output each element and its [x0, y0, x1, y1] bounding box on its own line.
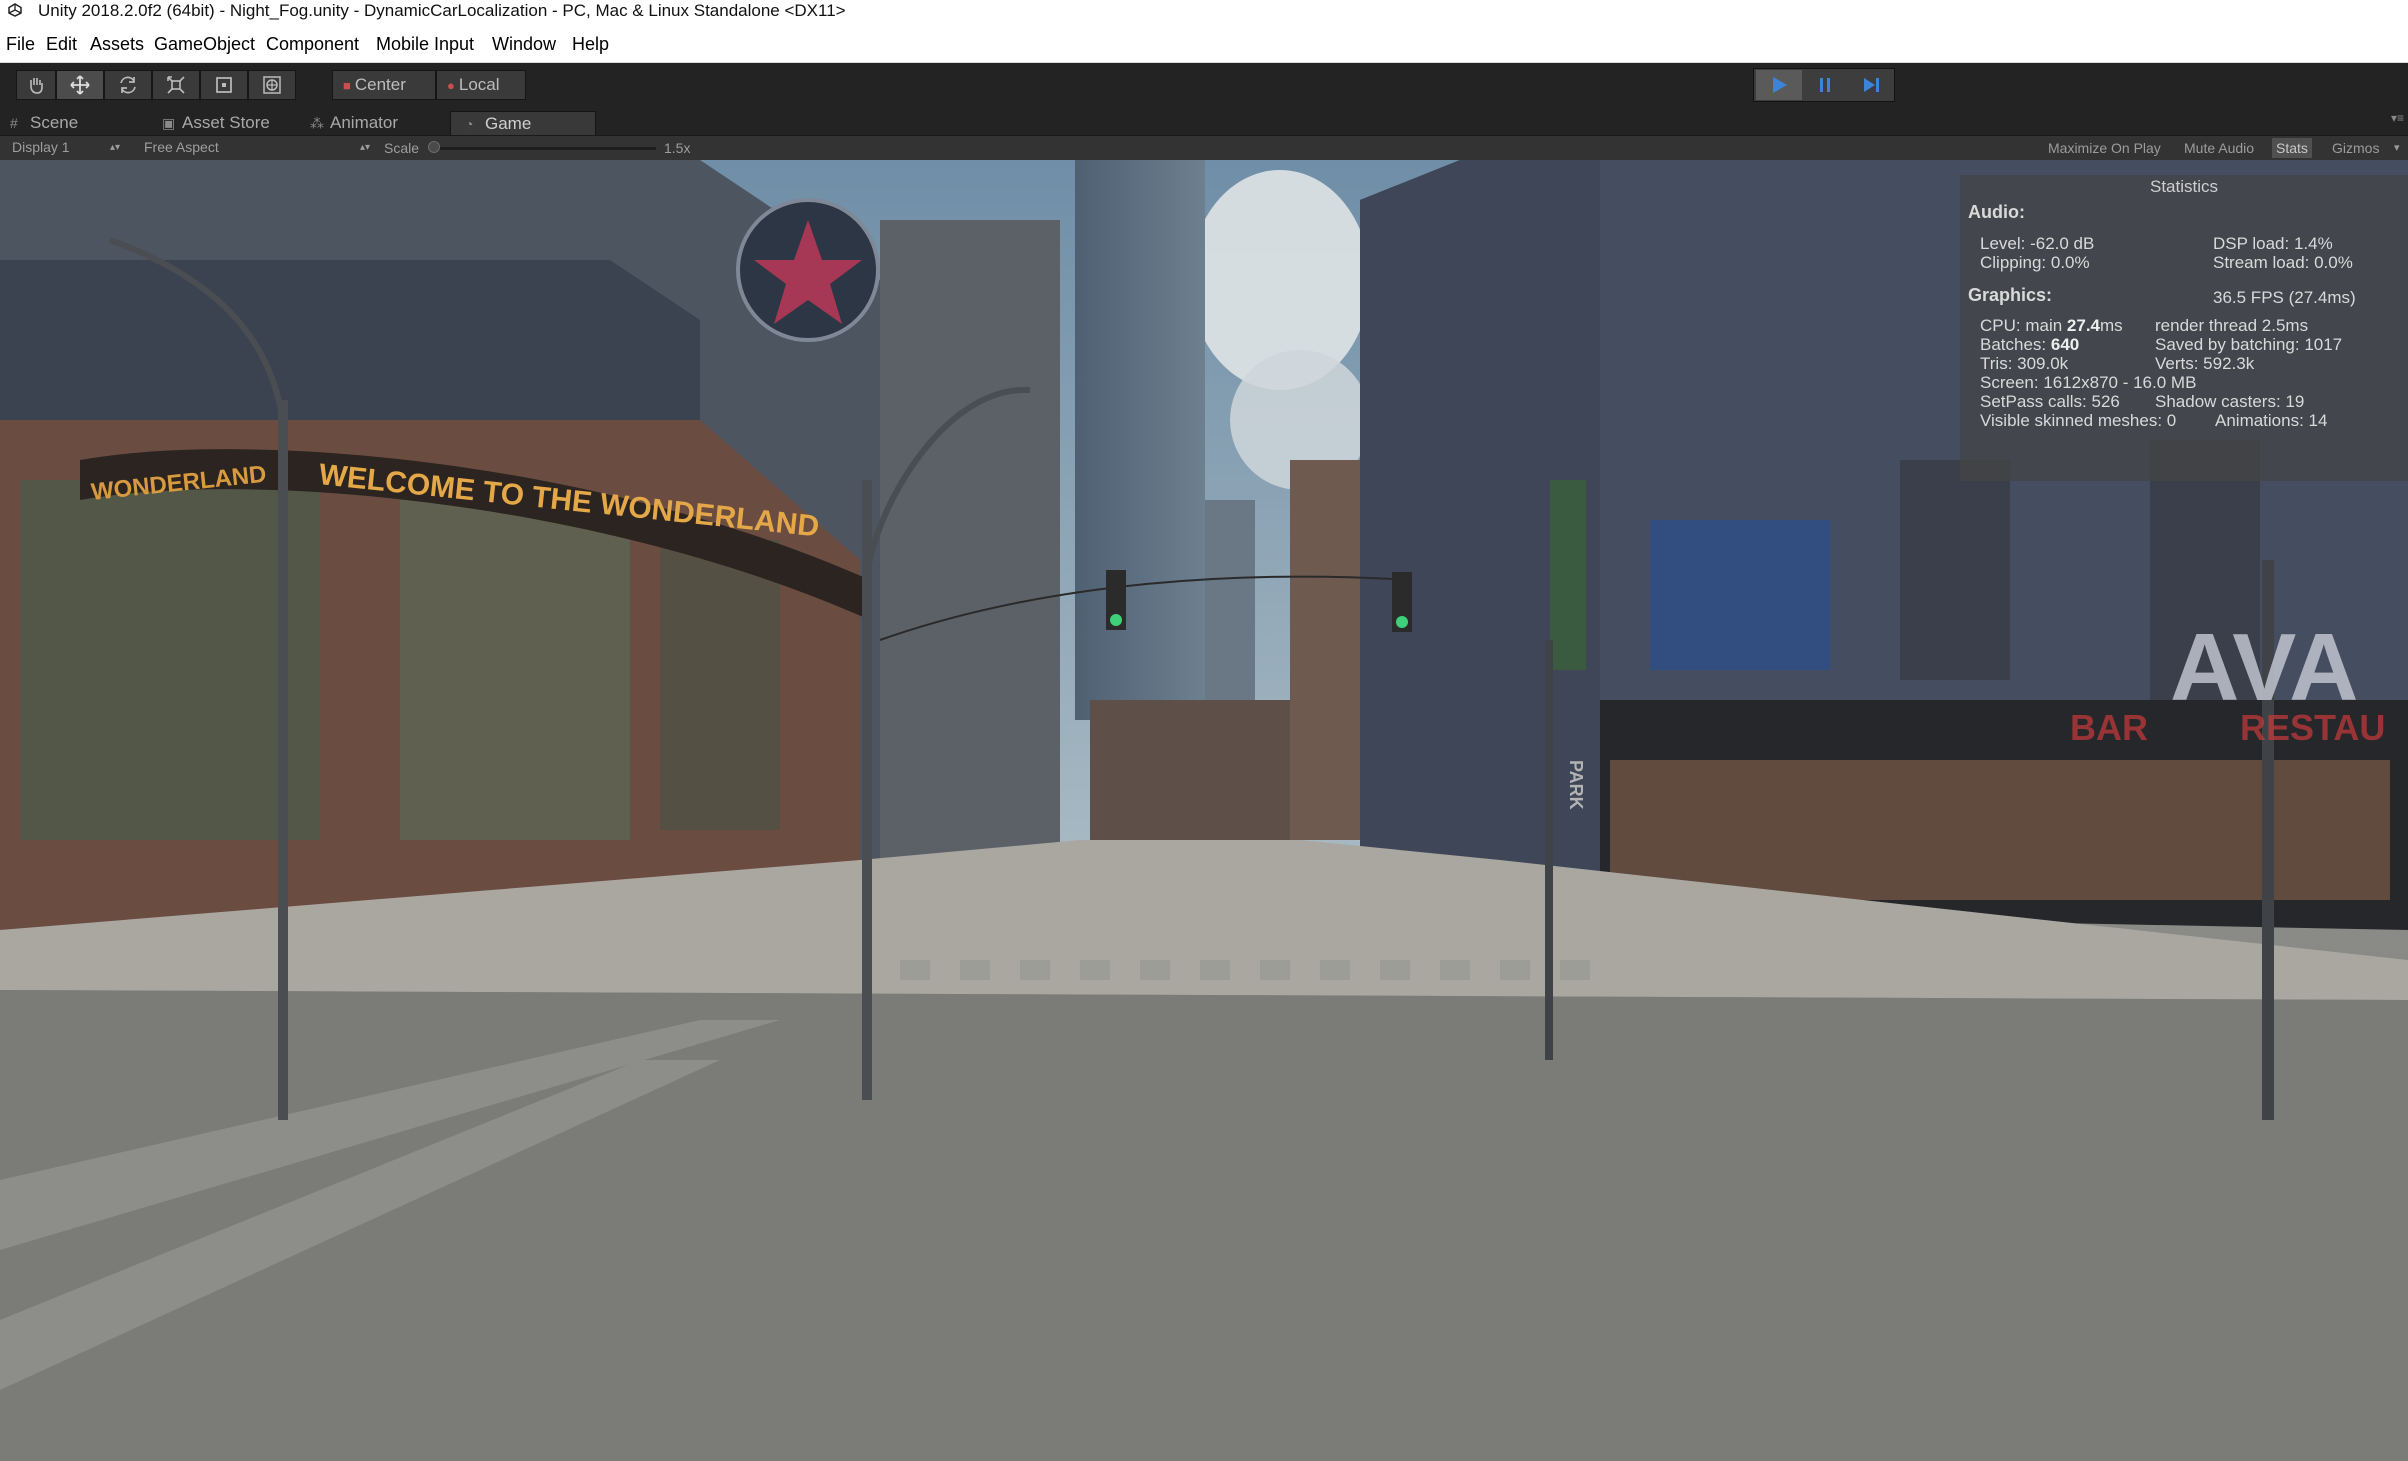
scale-slider-handle[interactable] — [428, 141, 440, 153]
rotate-tool-button[interactable] — [104, 70, 152, 100]
park-sign-text: PARK — [1566, 760, 1586, 810]
graphics-header: Graphics: — [1968, 285, 2053, 305]
gizmos-arrow-icon[interactable]: ▾ — [2394, 138, 2400, 158]
tab-asset-store[interactable]: ▣ Asset Store — [162, 111, 302, 135]
step-icon — [1864, 78, 1879, 92]
audio-clipping: Clipping: 0.0% — [1980, 253, 2090, 272]
audio-header: Audio: — [1968, 202, 2025, 222]
tab-menu-icon[interactable]: ▾≡ — [2391, 111, 2404, 125]
grid-icon: # — [10, 115, 18, 131]
tab-animator[interactable]: ⁂ Animator — [310, 111, 450, 135]
hand-icon — [30, 78, 43, 94]
local-rotation-icon: ● — [447, 78, 455, 93]
scale-icon — [167, 76, 185, 94]
transform-tool-button[interactable] — [248, 70, 296, 100]
statistics-panel: Statistics Audio: Level: -62.0 dB Clippi… — [1960, 175, 2408, 481]
menu-component[interactable]: Component — [266, 34, 359, 55]
menu-edit[interactable]: Edit — [46, 34, 77, 55]
aspect-dropdown[interactable]: Free Aspect ▴▾ — [144, 138, 374, 157]
menu-bar: File Edit Assets GameObject Component Mo… — [0, 22, 2408, 63]
maximize-on-play-toggle[interactable]: Maximize On Play — [2048, 138, 2161, 158]
menu-window[interactable]: Window — [492, 34, 556, 55]
scale-value: 1.5x — [664, 140, 691, 156]
scale-slider-track[interactable] — [432, 147, 656, 150]
step-button[interactable] — [1848, 70, 1894, 100]
toolbar: ■ Center ● Local — [0, 63, 2408, 111]
tris-count: Tris: 309.0k — [1980, 354, 2069, 373]
animator-icon: ⁂ — [310, 115, 324, 131]
render-thread: render thread 2.5ms — [2155, 316, 2309, 335]
dsp-load: DSP load: 1.4% — [2213, 234, 2333, 253]
dropdown-arrow-icon: ▴▾ — [359, 142, 370, 153]
rect-tool-button[interactable] — [200, 70, 248, 100]
menu-gameobject[interactable]: GameObject — [154, 34, 255, 55]
ava-sign-text: AVA — [2170, 614, 2358, 721]
transform-icon — [263, 76, 281, 94]
bar-sign-text: BAR — [2070, 707, 2148, 748]
bag-icon: ▣ — [162, 115, 176, 131]
visible-skinned-meshes: Visible skinned meshes: 0 — [1980, 411, 2177, 430]
gizmos-dropdown[interactable]: Gizmos — [2332, 138, 2379, 158]
menu-mobile-input[interactable]: Mobile Input — [376, 34, 474, 55]
scale-tool-button[interactable] — [152, 70, 200, 100]
tab-game[interactable]: ◔ Game — [450, 111, 596, 135]
hand-tool-button[interactable] — [16, 70, 56, 100]
unity-logo-icon — [8, 3, 22, 17]
saved-by-batching: Saved by batching: 1017 — [2155, 335, 2343, 354]
tab-bar: # Scene ▣ Asset Store ⁂ Animator ◔ Game ▾≡ — [0, 111, 2408, 135]
pivot-icon: ■ — [343, 78, 351, 93]
game-view-controls: Display 1 ▴▾ Free Aspect ▴▾ Scale 1.5x Max… — [0, 135, 2408, 160]
stream-load: Stream load: 0.0% — [2213, 253, 2353, 272]
shadow-casters: Shadow casters: 19 — [2155, 392, 2305, 411]
pivot-local-button[interactable]: ● Local — [436, 70, 526, 100]
display-dropdown[interactable]: Display 1 ▴▾ — [12, 138, 124, 157]
batches: Batches: 640 — [1980, 335, 2080, 354]
tab-scene[interactable]: # Scene — [10, 111, 160, 135]
playback-controls — [1753, 68, 1895, 102]
move-arrows-icon — [70, 75, 90, 95]
fps-readout: 36.5 FPS (27.4ms) — [2213, 288, 2356, 307]
title-bar: Unity 2018.2.0f2 (64bit) - Night_Fog.uni… — [0, 0, 2408, 22]
pause-icon — [1820, 78, 1830, 92]
statistics-title: Statistics — [2149, 177, 2219, 196]
stats-toggle[interactable]: Stats — [2272, 138, 2312, 158]
screen-info: Screen: 1612x870 - 16.0 MB — [1980, 373, 2197, 392]
move-tool-button[interactable] — [56, 70, 104, 100]
animations-count: Animations: 14 — [2215, 411, 2328, 430]
play-icon — [1773, 77, 1787, 93]
cpu-time: CPU: main 27.4ms — [1980, 316, 2123, 335]
game-view[interactable]: WELCOME TO THE WONDERLAND WONDERLAND BAR… — [0, 160, 2408, 1461]
menu-help[interactable]: Help — [572, 34, 609, 55]
audio-level: Level: -62.0 dB — [1980, 234, 2095, 253]
pacman-icon: ◔ — [465, 116, 474, 132]
rotate-icon — [120, 76, 136, 94]
scale-label: Scale — [384, 140, 420, 156]
rect-transform-icon — [216, 77, 232, 93]
window-title: Unity 2018.2.0f2 (64bit) - Night_Fog.uni… — [38, 1, 846, 20]
menu-file[interactable]: File — [6, 34, 35, 55]
setpass-calls: SetPass calls: 526 — [1980, 392, 2120, 411]
mute-audio-toggle[interactable]: Mute Audio — [2184, 138, 2254, 158]
verts-count: Verts: 592.3k — [2155, 354, 2255, 373]
menu-assets[interactable]: Assets — [90, 34, 144, 55]
dropdown-arrow-icon: ▴▾ — [109, 142, 120, 153]
pause-button[interactable] — [1802, 70, 1848, 100]
play-button[interactable] — [1756, 70, 1802, 100]
pivot-center-button[interactable]: ■ Center — [332, 70, 436, 100]
